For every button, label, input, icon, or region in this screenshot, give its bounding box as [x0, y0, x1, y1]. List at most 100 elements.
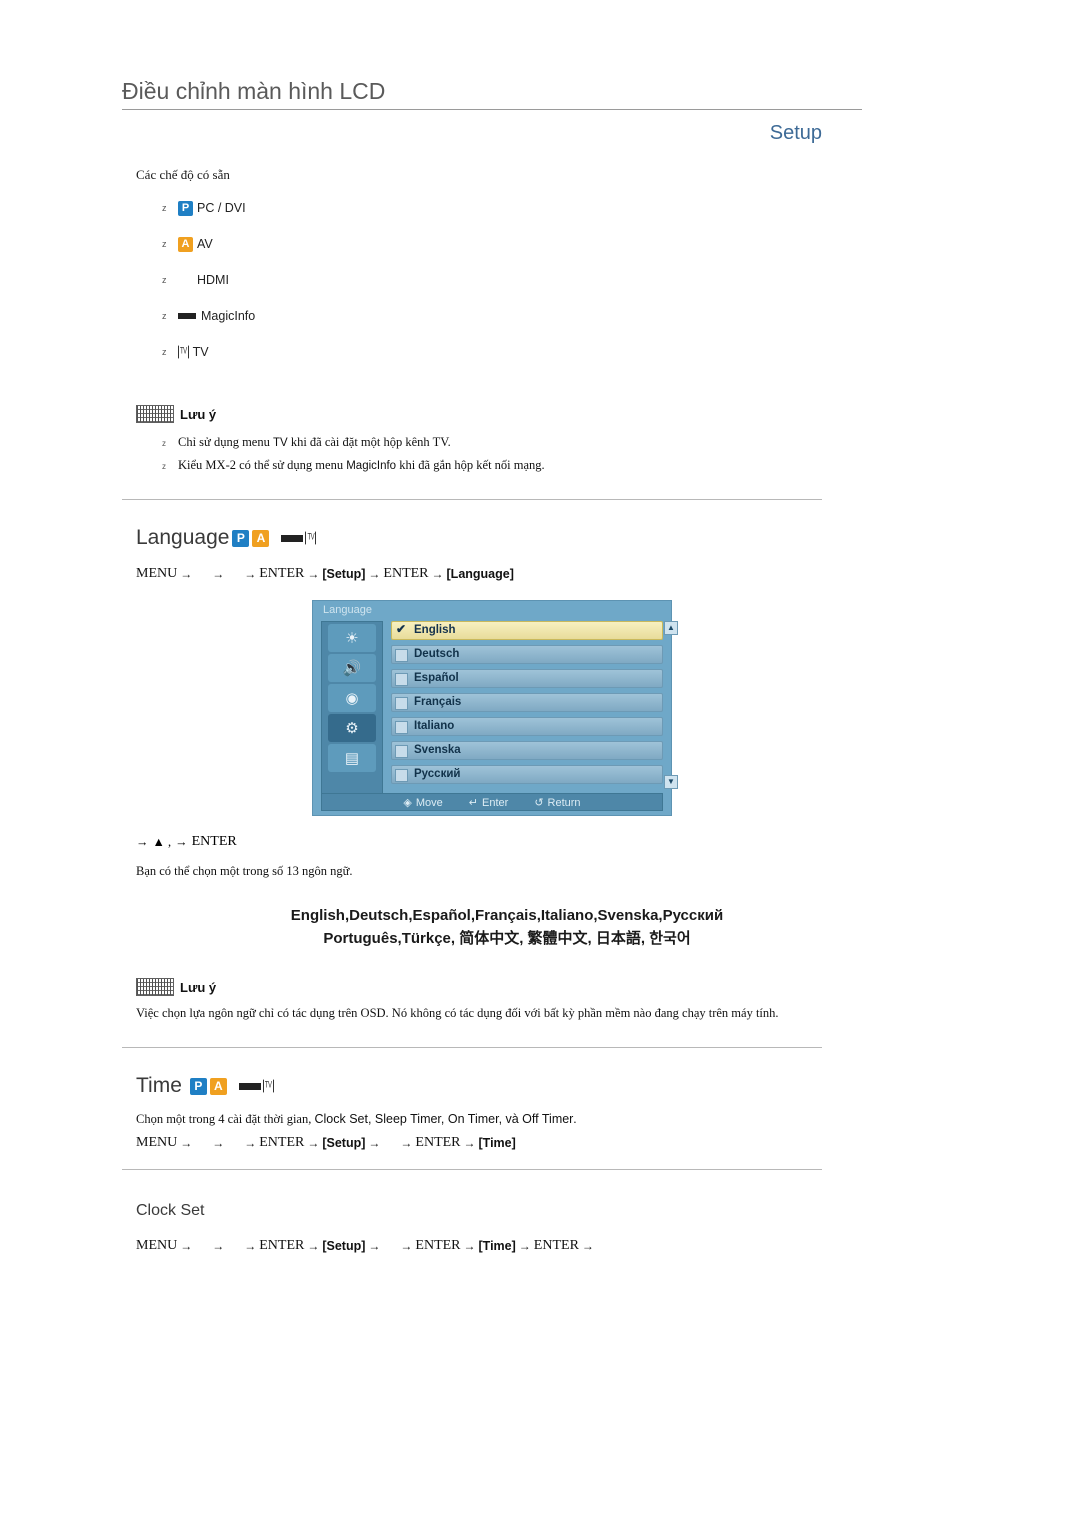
pc-dvi-chip-icon: P	[178, 200, 193, 216]
enter-label: ENTER	[533, 1238, 579, 1253]
bullet-icon: z	[162, 347, 167, 357]
menu-label: MENU	[136, 1135, 178, 1150]
language-button-label: [Language]	[446, 567, 514, 581]
osd-input-icon[interactable]: ◉	[328, 684, 376, 712]
arrow-icon: →	[244, 1238, 257, 1253]
arrow-icon: →	[368, 566, 381, 581]
osd-multi-control-icon[interactable]: ▤	[328, 744, 376, 772]
note-items: z Chỉ sử dụng menu TV khi đã cài đặt một…	[162, 435, 862, 473]
osd-language-row[interactable]: ✔ English	[391, 621, 663, 640]
menu-path-clock-set: MENU → → → ENTER → [Setup] → → ENTER → […	[136, 1238, 862, 1254]
time-intro-items: Clock Set, Sleep Timer, On Timer, và Off…	[314, 1112, 574, 1126]
language-options-line1: English,Deutsch,Español,Français,Italian…	[290, 907, 724, 924]
bullet-icon: z	[162, 239, 167, 249]
bullet-icon: z	[162, 203, 167, 213]
note-heading: Lưu ý	[136, 978, 862, 996]
osd-picture-icon[interactable]: ☀	[328, 624, 376, 652]
osd-sound-icon[interactable]: 🔊	[328, 654, 376, 682]
setup-button-label: [Setup]	[322, 1136, 366, 1150]
enter-label: Enter	[482, 796, 509, 809]
osd-language-label: Italiano	[414, 720, 455, 732]
checkbox-icon	[395, 673, 408, 686]
enter-label: ENTER	[259, 1135, 305, 1150]
arrow-icon: →	[180, 566, 193, 581]
note-text-post: khi đã cài đặt một hộp kênh TV.	[287, 435, 451, 449]
note-item: z Kiểu MX-2 có thể sử dụng menu MagicInf…	[162, 458, 862, 473]
language-description: Bạn có thể chọn một trong số 13 ngôn ngữ…	[136, 864, 353, 878]
osd-setup-icon[interactable]: ⚙	[328, 714, 376, 742]
osd-language-row[interactable]: Español	[391, 669, 663, 688]
arrow-icon: →	[307, 566, 320, 581]
list-item-label: MagicInfo	[201, 309, 256, 323]
osd-footer-enter: ↵ Enter	[469, 796, 509, 809]
osd-title: Language	[323, 604, 372, 616]
time-intro-post: .	[573, 1112, 577, 1126]
time-intro: Chọn một trong 4 cài đặt thời gian, Cloc…	[136, 1112, 862, 1127]
osd-language-label: Русский	[414, 768, 461, 780]
list-item: z A AV	[162, 233, 862, 255]
osd-icon-column: ☀ 🔊 ◉ ⚙ ▤	[321, 621, 383, 797]
time-intro-pre: Chọn một trong 4 cài đặt thời gian,	[136, 1112, 315, 1126]
check-icon: ✔	[396, 622, 407, 636]
list-item: z MagicInfo	[162, 305, 862, 327]
osd-language-row[interactable]: Deutsch	[391, 645, 663, 664]
tv-chip-icon: TV	[305, 531, 317, 545]
osd-language-label: Français	[414, 696, 462, 708]
arrow-icon: →	[212, 1135, 225, 1150]
return-label: Return	[547, 796, 581, 809]
arrow-icon: →	[518, 1238, 531, 1253]
note-icon	[136, 405, 174, 423]
list-item-label: AV	[197, 237, 213, 251]
enter-label: ENTER	[415, 1238, 461, 1253]
arrow-icon: →	[212, 566, 225, 581]
enter-icon: ↵	[468, 796, 479, 809]
osd-language-label: Español	[414, 672, 459, 684]
list-item: z TV TV	[162, 341, 862, 363]
note-item: z Chỉ sử dụng menu TV khi đã cài đặt một…	[162, 435, 862, 450]
tv-chip-icon: TV	[178, 345, 189, 359]
menu-path-language: MENU → → → ENTER → [Setup] → ENTER → [La…	[136, 566, 862, 582]
list-item: z P PC / DVI	[162, 197, 862, 219]
divider	[122, 1169, 822, 1170]
divider	[122, 499, 822, 500]
section-title: Setup	[769, 122, 822, 144]
osd-language-row[interactable]: Русский	[391, 765, 663, 784]
av-chip-icon: A	[178, 236, 193, 252]
arrow-icon: →	[400, 1135, 413, 1150]
menu-label: MENU	[136, 566, 178, 581]
arrow-icon: →	[368, 1238, 381, 1253]
osd-language-label: English	[414, 624, 456, 636]
time-title: Time	[136, 1074, 182, 1097]
magicinfo-chip-icon	[178, 313, 196, 319]
checkbox-icon	[395, 649, 408, 662]
hdmi-chip-icon	[281, 534, 304, 542]
list-item-label: TV	[192, 345, 209, 359]
note-title: Lưu ý	[180, 406, 217, 422]
osd-language-label: Deutsch	[414, 648, 460, 660]
language-title: Language	[136, 526, 230, 549]
enter-label: ENTER	[415, 1135, 461, 1150]
arrow-icon: →	[175, 834, 188, 849]
osd-footer-return: ↺ Return	[534, 796, 580, 809]
arrow-icon: →	[180, 1238, 193, 1253]
pc-dvi-chip-icon: P	[232, 529, 250, 547]
scroll-down-icon[interactable]: ▼	[664, 775, 678, 789]
av-chip-icon: A	[252, 529, 270, 547]
osd-language-row[interactable]: Svenska	[391, 741, 663, 760]
scroll-up-icon[interactable]: ▲	[664, 621, 678, 635]
arrow-icon: →	[581, 1238, 594, 1253]
enter-label: ENTER	[191, 834, 237, 849]
osd-language-row[interactable]: Italiano	[391, 717, 663, 736]
time-button-label: [Time]	[478, 1136, 516, 1150]
arrow-icon: →	[244, 1135, 257, 1150]
updown-icon: ▲ ,	[152, 834, 172, 849]
enter-label: ENTER	[259, 1238, 305, 1253]
osd-scrollbar[interactable]: ▲ ▼	[664, 621, 678, 789]
arrow-icon: →	[463, 1135, 476, 1150]
osd-language-row[interactable]: Français	[391, 693, 663, 712]
arrow-icon: →	[368, 1135, 381, 1150]
hdmi-chip-icon	[238, 1082, 261, 1090]
language-options-list: English,Deutsch,Español,Français,Italian…	[122, 905, 862, 950]
checkbox-icon	[395, 721, 408, 734]
clock-set-heading: Clock Set	[136, 1202, 205, 1219]
